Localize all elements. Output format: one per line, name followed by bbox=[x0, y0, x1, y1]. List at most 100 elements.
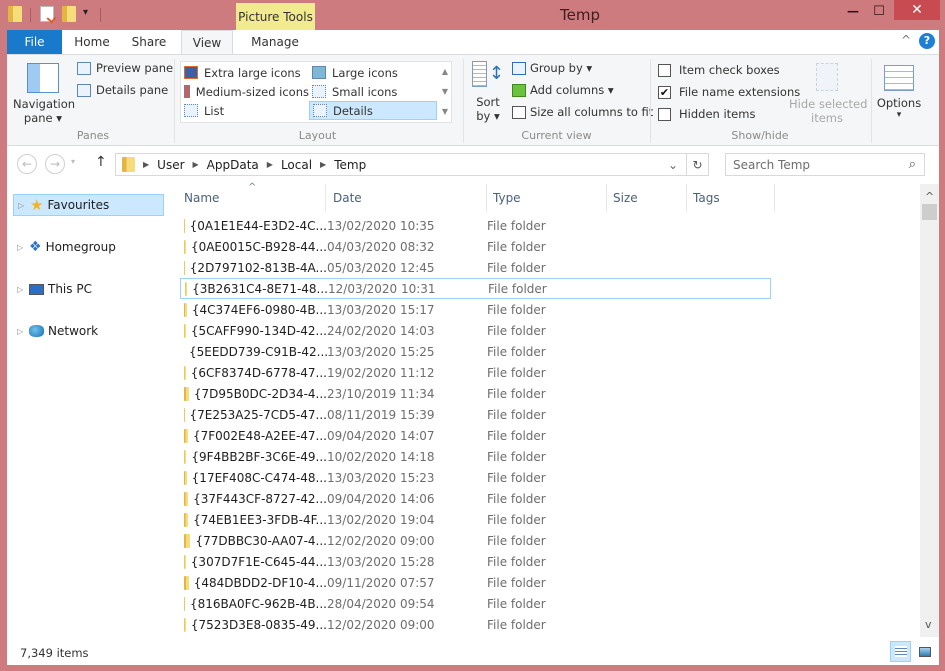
breadcrumb-local[interactable]: Local bbox=[281, 158, 312, 172]
breadcrumb-user[interactable]: User bbox=[157, 158, 184, 172]
checkbox-checked[interactable]: ✔ bbox=[658, 85, 671, 99]
group-by-button[interactable]: Group by ▾ bbox=[512, 61, 592, 75]
ribbon: Navigation pane ▾ Preview pane Details p… bbox=[7, 54, 939, 146]
nav-item-network[interactable]: ▷ Network bbox=[13, 320, 164, 342]
scroll-down-button[interactable]: v bbox=[925, 618, 932, 631]
breadcrumb-temp[interactable]: Temp bbox=[334, 158, 366, 172]
table-row[interactable]: {3B2631C4-8E71-48... 12/03/2020 10:31 File… bbox=[180, 278, 771, 299]
nav-item-homegroup[interactable]: ▷ ❖ Homegroup bbox=[13, 236, 164, 258]
list-icon bbox=[184, 104, 198, 117]
breadcrumb-appdata[interactable]: AppData bbox=[207, 158, 259, 172]
title-bar: ▾ Picture Tools Temp — ☐ ✕ bbox=[0, 0, 945, 30]
column-header-name[interactable]: Name bbox=[184, 190, 219, 210]
address-dropdown-icon[interactable]: ⌄ bbox=[668, 158, 678, 172]
navigation-pane-button[interactable]: Navigation pane ▾ bbox=[13, 59, 75, 125]
breadcrumb-separator[interactable]: ▶ bbox=[193, 160, 199, 169]
layout-details[interactable]: Details bbox=[309, 101, 437, 120]
address-bar[interactable]: ▶ User ▶ AppData ▶ Local ▶ Temp ⌄ bbox=[115, 153, 687, 176]
size-all-columns-button[interactable]: Size all columns to fit bbox=[512, 105, 653, 119]
nav-item-this-pc[interactable]: ▷ This PC bbox=[13, 278, 164, 300]
column-divider[interactable] bbox=[325, 184, 326, 212]
item-check-boxes-toggle[interactable]: Item check boxes bbox=[658, 63, 780, 77]
large-icons-view-button[interactable] bbox=[914, 641, 935, 662]
tab-file[interactable]: File bbox=[7, 30, 62, 54]
add-columns-button[interactable]: Add columns ▾ bbox=[512, 83, 614, 97]
breadcrumb-separator[interactable]: ▶ bbox=[267, 160, 273, 169]
expand-icon[interactable]: ▷ bbox=[17, 285, 25, 294]
table-row[interactable]: {37F443CF-8727-42... 09/04/2020 14:06 File… bbox=[180, 488, 771, 509]
sort-by-button[interactable]: ↕ Sort by ▾ bbox=[469, 61, 507, 123]
checkbox[interactable] bbox=[658, 107, 671, 121]
up-button[interactable]: ↑ bbox=[95, 154, 107, 170]
tab-home[interactable]: Home bbox=[65, 30, 119, 54]
hidden-items-toggle[interactable]: Hidden items bbox=[658, 107, 755, 121]
nav-item-favourites[interactable]: ▷ ★ Favourites bbox=[13, 194, 164, 216]
collapse-ribbon-icon[interactable]: ^ bbox=[901, 33, 911, 47]
preview-pane-button[interactable]: Preview pane bbox=[77, 61, 173, 75]
table-row[interactable]: {5CAFF990-134D-42... 24/02/2020 14:03 File… bbox=[180, 320, 771, 341]
sort-icon: ↕ bbox=[472, 61, 504, 91]
column-header-type[interactable]: Type bbox=[493, 190, 521, 210]
table-row[interactable]: {7D95B0DC-2D34-4... 23/10/2019 11:34 File … bbox=[180, 383, 771, 404]
help-icon[interactable]: ? bbox=[919, 33, 935, 49]
expand-icon[interactable]: ▷ bbox=[17, 327, 25, 336]
table-row[interactable]: {77DBBC30-AA07-4... 12/02/2020 09:00 File … bbox=[180, 530, 771, 551]
options-button[interactable]: Options ▾ bbox=[875, 61, 923, 120]
recent-locations-button[interactable]: ▾ bbox=[71, 157, 75, 166]
checkbox[interactable] bbox=[658, 63, 671, 77]
scroll-up-button[interactable]: ^ bbox=[925, 190, 934, 203]
breadcrumb-separator[interactable]: ▶ bbox=[143, 160, 149, 169]
table-row[interactable]: {816BA0FC-962B-4B... 28/04/2020 09:54 File… bbox=[180, 593, 771, 614]
layout-list[interactable]: List bbox=[181, 101, 309, 120]
nav-item-label: Network bbox=[48, 324, 99, 338]
search-input[interactable]: Search Temp ⌕ bbox=[725, 153, 925, 176]
tab-manage[interactable]: Manage bbox=[237, 30, 313, 54]
hide-selected-items-button[interactable]: Hide selected items bbox=[789, 63, 867, 125]
table-row[interactable]: {5EEDD739-C91B-42... 13/03/2020 15:25 File… bbox=[180, 341, 771, 362]
column-divider[interactable] bbox=[486, 184, 487, 212]
expand-icon[interactable]: ▷ bbox=[17, 243, 25, 252]
layout-small-icons[interactable]: Small icons bbox=[309, 82, 437, 101]
table-row[interactable]: {307D7F1E-C645-44... 13/03/2020 15:28 File… bbox=[180, 551, 771, 572]
column-header-date[interactable]: Date bbox=[333, 190, 362, 210]
layout-medium-icons[interactable]: Medium-sized icons bbox=[181, 82, 309, 101]
maximize-button[interactable]: ☐ bbox=[866, 0, 892, 22]
column-divider[interactable] bbox=[606, 184, 607, 212]
column-header-tags[interactable]: Tags bbox=[693, 190, 720, 210]
layout-extra-large-icons[interactable]: Extra large icons bbox=[181, 63, 309, 82]
file-date: 13/03/2020 15:28 bbox=[327, 554, 435, 569]
table-row[interactable]: {7523D3E8-0835-49... 12/02/2020 09:00 File… bbox=[180, 614, 771, 635]
search-icon[interactable]: ⌕ bbox=[909, 157, 916, 172]
column-divider[interactable] bbox=[774, 184, 775, 212]
layout-large-icons[interactable]: Large icons bbox=[309, 63, 437, 82]
tab-share[interactable]: Share bbox=[121, 30, 177, 54]
column-header-size[interactable]: Size bbox=[613, 190, 638, 210]
table-row[interactable]: {7F002E48-A2EE-47... 09/04/2020 14:07 File… bbox=[180, 425, 771, 446]
table-row[interactable]: {17EF408C-C474-48... 13/03/2020 15:23 File… bbox=[180, 467, 771, 488]
column-divider[interactable] bbox=[686, 184, 687, 212]
refresh-button[interactable]: ↻ bbox=[687, 153, 709, 176]
table-row[interactable]: {9F4BB2BF-3C6E-49... 10/02/2020 14:18 File… bbox=[180, 446, 771, 467]
breadcrumb-separator[interactable]: ▶ bbox=[320, 160, 326, 169]
scroll-thumb[interactable] bbox=[922, 204, 937, 220]
file-type: File folder bbox=[488, 281, 547, 296]
back-button[interactable]: ← bbox=[17, 154, 37, 174]
table-row[interactable]: {6CF8374D-6778-47... 19/02/2020 11:12 File… bbox=[180, 362, 771, 383]
vertical-scrollbar[interactable]: ^ v bbox=[920, 184, 939, 637]
table-row[interactable]: {2D797102-813B-4A... 05/03/2020 12:45 File… bbox=[180, 257, 771, 278]
table-row[interactable]: {74EB1EE3-3FDB-4F... 13/02/2020 19:04 File… bbox=[180, 509, 771, 530]
table-row[interactable]: {7E253A25-7CD5-47... 08/11/2019 15:39 File… bbox=[180, 404, 771, 425]
table-row[interactable]: {0A1E1E44-E3D2-4C... 13/02/2020 10:35 File… bbox=[180, 215, 771, 236]
table-row[interactable]: {484DBDD2-DF10-4... 09/11/2020 07:57 File … bbox=[180, 572, 771, 593]
tab-view[interactable]: View bbox=[181, 30, 233, 55]
close-button[interactable]: ✕ bbox=[894, 0, 940, 20]
table-row[interactable]: {4C374EF6-0980-4B... 13/03/2020 15:17 File… bbox=[180, 299, 771, 320]
expand-icon[interactable]: ▷ bbox=[18, 201, 26, 210]
details-view-button[interactable] bbox=[890, 641, 911, 662]
table-row[interactable]: {0AE0015C-B928-44... 04/03/2020 08:32 File… bbox=[180, 236, 771, 257]
forward-button[interactable]: → bbox=[45, 154, 65, 174]
gallery-scroll[interactable]: ▲ ▼ ▼ bbox=[439, 62, 451, 122]
details-pane-button[interactable]: Details pane bbox=[77, 83, 168, 97]
minimize-button[interactable]: — bbox=[840, 0, 866, 22]
file-name-extensions-toggle[interactable]: ✔ File name extensions bbox=[658, 85, 800, 99]
